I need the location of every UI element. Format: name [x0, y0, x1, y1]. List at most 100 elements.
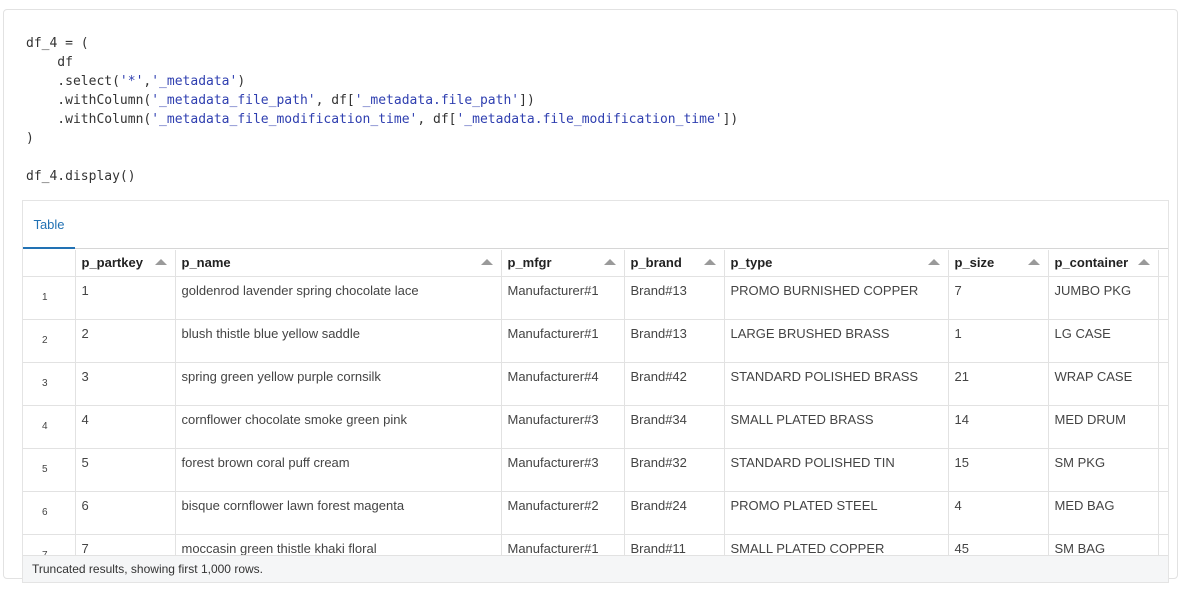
code-line: df_4.display(): [26, 167, 738, 186]
table-cell[interactable]: JUMBO PKG: [1048, 276, 1159, 320]
code-token: df: [26, 55, 73, 70]
table-cell[interactable]: 2: [75, 319, 176, 363]
table-cell[interactable]: STANDARD POLISHED TIN: [724, 448, 949, 492]
table-cell[interactable]: Manufacturer#1: [501, 534, 625, 555]
code-token: ]): [519, 93, 535, 108]
table-cell[interactable]: cornflower chocolate smoke green pink: [175, 405, 502, 449]
table-cell[interactable]: PROMO PLATED STEEL: [724, 491, 949, 535]
table-cell[interactable]: LG CASE: [1048, 319, 1159, 363]
table-header-row: p_partkey p_name p_mfgr p_brand p_type p_size…: [23, 250, 1168, 277]
table-cell[interactable]: 45: [948, 534, 1049, 555]
table-cell[interactable]: Brand#13: [624, 276, 725, 320]
table-cell[interactable]: MED DRUM: [1048, 405, 1159, 449]
table-row[interactable]: 3 3 spring green yellow purple cornsilk Man…: [23, 362, 1168, 406]
table-cell-overflow: [1158, 276, 1168, 320]
column-header-p-name[interactable]: p_name: [175, 250, 502, 277]
table-cell[interactable]: Manufacturer#1: [501, 276, 625, 320]
table-cell[interactable]: SM BAG: [1048, 534, 1159, 555]
table-cell[interactable]: 3: [75, 362, 176, 406]
row-number: 4: [23, 405, 76, 449]
column-header-label: p_mfgr: [507, 255, 552, 271]
table-cell[interactable]: SM PKG: [1048, 448, 1159, 492]
code-line: .withColumn('_metadata_file_modification…: [26, 110, 738, 129]
table-row[interactable]: 77moccasin green thistle khaki floralMan…: [23, 534, 1168, 555]
table-cell[interactable]: Manufacturer#3: [501, 448, 625, 492]
code-token: .withColumn(: [26, 93, 152, 108]
table-row[interactable]: 4 4 cornflower chocolate smoke green pink M…: [23, 405, 1168, 449]
table-cell[interactable]: 21: [948, 362, 1049, 406]
table-cell[interactable]: moccasin green thistle khaki floral: [175, 534, 502, 555]
table-row[interactable]: 6 6 bisque cornflower lawn forest magenta M…: [23, 491, 1168, 535]
column-header-label: p_partkey: [81, 255, 143, 271]
table-cell[interactable]: Manufacturer#1: [501, 319, 625, 363]
column-header-p-type[interactable]: p_type: [724, 250, 949, 277]
table-cell[interactable]: Brand#42: [624, 362, 725, 406]
table-cell[interactable]: 14: [948, 405, 1049, 449]
table-cell[interactable]: blush thistle blue yellow saddle: [175, 319, 502, 363]
row-number: 2: [23, 319, 76, 363]
table-cell[interactable]: Brand#34: [624, 405, 725, 449]
column-header-p-container[interactable]: p_container: [1048, 250, 1159, 277]
table-cell[interactable]: Brand#13: [624, 319, 725, 363]
code-line: ): [26, 129, 738, 148]
results-table-container[interactable]: p_partkey p_name p_mfgr p_brand p_type p_size…: [23, 250, 1168, 555]
column-header-label: p_container: [1054, 255, 1129, 271]
table-cell[interactable]: 5: [75, 448, 176, 492]
code-token: ): [237, 74, 246, 89]
table-cell[interactable]: 1: [75, 276, 176, 320]
table-cell[interactable]: SMALL PLATED COPPER: [724, 534, 949, 555]
table-cell[interactable]: LARGE BRUSHED BRASS: [724, 319, 949, 363]
column-header-p-size[interactable]: p_size: [948, 250, 1049, 277]
table-cell[interactable]: MED BAG: [1048, 491, 1159, 535]
table-cell[interactable]: 4: [75, 405, 176, 449]
table-cell-overflow: [1158, 362, 1168, 406]
column-header-p-brand[interactable]: p_brand: [624, 250, 725, 277]
code-line: df: [26, 53, 738, 72]
column-header-label: p_type: [730, 255, 773, 271]
table-cell[interactable]: 1: [948, 319, 1049, 363]
table-row[interactable]: 5 5 forest brown coral puff cream Manufactu…: [23, 448, 1168, 492]
table-cell-overflow: [1158, 491, 1168, 535]
sort-arrow-icon[interactable]: [703, 259, 716, 265]
table-cell[interactable]: goldenrod lavender spring chocolate lace: [175, 276, 502, 320]
table-cell[interactable]: Manufacturer#3: [501, 405, 625, 449]
sort-arrow-icon[interactable]: [603, 259, 616, 265]
table-cell[interactable]: WRAP CASE: [1048, 362, 1159, 406]
table-cell[interactable]: STANDARD POLISHED BRASS: [724, 362, 949, 406]
sort-arrow-icon[interactable]: [154, 259, 167, 265]
column-header-p-partkey[interactable]: p_partkey: [75, 250, 176, 277]
sort-arrow-icon[interactable]: [1137, 259, 1150, 265]
column-header-p-mfgr[interactable]: p_mfgr: [501, 250, 625, 277]
table-cell[interactable]: forest brown coral puff cream: [175, 448, 502, 492]
results-table: p_partkey p_name p_mfgr p_brand p_type p_size…: [23, 250, 1168, 555]
table-row[interactable]: 1 1 goldenrod lavender spring chocolate la…: [23, 276, 1168, 320]
table-cell[interactable]: 6: [75, 491, 176, 535]
row-number: 1: [23, 276, 76, 320]
sort-arrow-icon[interactable]: [1027, 259, 1040, 265]
table-cell[interactable]: Brand#24: [624, 491, 725, 535]
tab-table[interactable]: Table: [23, 201, 75, 249]
output-tabs: Table: [23, 201, 1168, 249]
table-cell[interactable]: bisque cornflower lawn forest magenta: [175, 491, 502, 535]
code-editor[interactable]: df_4 = ( df .select('*','_metadata') .wi…: [26, 34, 738, 186]
table-cell[interactable]: Brand#32: [624, 448, 725, 492]
table-cell[interactable]: PROMO BURNISHED COPPER: [724, 276, 949, 320]
table-cell[interactable]: 7: [948, 276, 1049, 320]
table-cell[interactable]: SMALL PLATED BRASS: [724, 405, 949, 449]
table-cell[interactable]: Manufacturer#4: [501, 362, 625, 406]
table-cell[interactable]: 7: [75, 534, 176, 555]
table-cell[interactable]: Manufacturer#2: [501, 491, 625, 535]
table-cell[interactable]: spring green yellow purple cornsilk: [175, 362, 502, 406]
table-cell[interactable]: 15: [948, 448, 1049, 492]
code-token: .select(: [26, 74, 120, 89]
code-token: df_4 = (: [26, 36, 89, 51]
sort-arrow-icon[interactable]: [927, 259, 940, 265]
sort-arrow-icon[interactable]: [480, 259, 493, 265]
column-header-label: p_size: [954, 255, 995, 271]
table-cell[interactable]: 4: [948, 491, 1049, 535]
notebook-cell[interactable]: df_4 = ( df .select('*','_metadata') .wi…: [3, 9, 1178, 583]
table-cell[interactable]: Brand#11: [624, 534, 725, 555]
table-row[interactable]: 2 2 blush thistle blue yellow saddle Manufa…: [23, 319, 1168, 363]
code-line: .withColumn('_metadata_file_path', df['_…: [26, 91, 738, 110]
